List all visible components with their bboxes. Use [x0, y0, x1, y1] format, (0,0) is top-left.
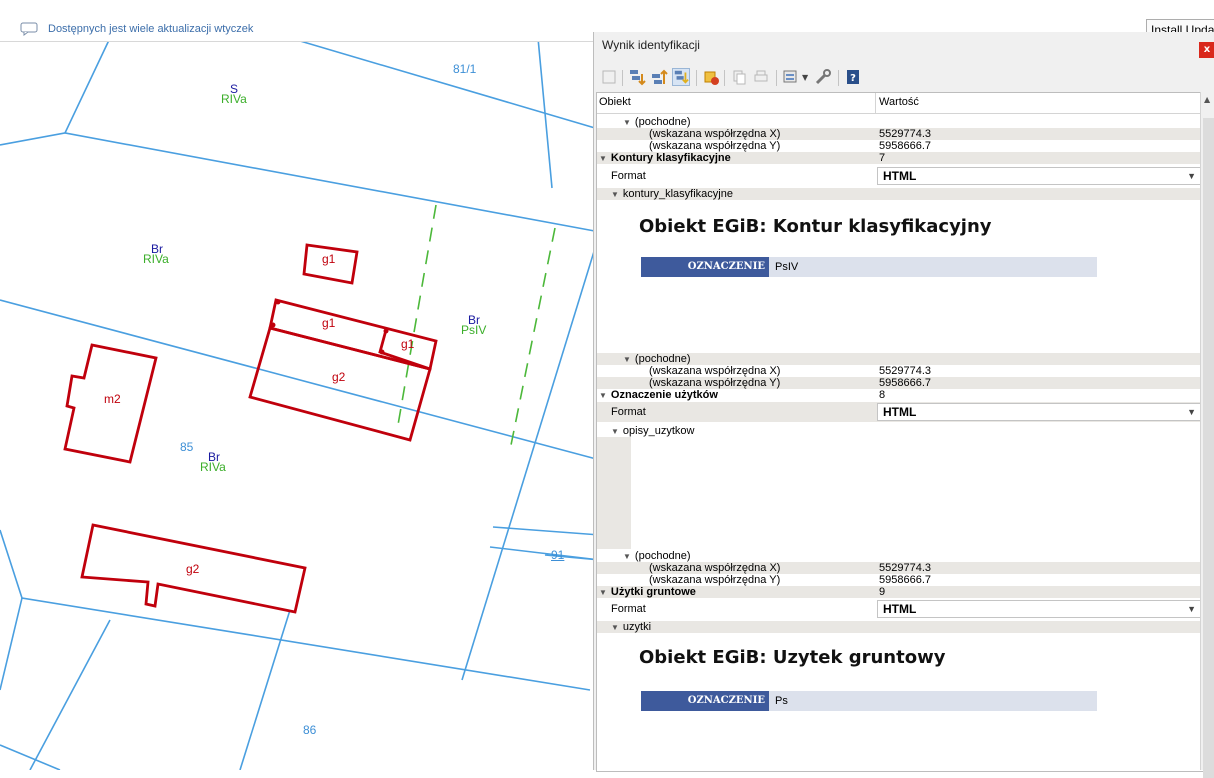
panel-title: Wynik identyfikacji [602, 38, 700, 52]
tree-row-coord-y[interactable]: (wskazana współrzędna Y) 5958666.7 [597, 377, 1203, 389]
notification-text: Dostępnych jest wiele aktualizacji wtycz… [48, 23, 254, 35]
tree-row-format[interactable]: Format HTML ▼ [597, 599, 1203, 619]
toolbar-separator [622, 70, 623, 86]
column-header-wartosc[interactable]: Wartość [879, 96, 919, 108]
format-combobox[interactable]: HTML ▼ [877, 167, 1203, 185]
attribute-value: PsIV [775, 261, 799, 273]
tree-row-coord-x[interactable]: (wskazana współrzędna X) 5529774.3 [597, 128, 1203, 140]
html-feature-view: Obiekt EGiB: Uzytek gruntowy OZNACZENIE … [597, 633, 1203, 771]
tree-row-feature[interactable]: ▼ kontury_klasyfikacyjne [597, 188, 1203, 200]
expand-arrow-icon[interactable]: ▼ [599, 153, 607, 165]
expand-arrow-icon[interactable]: ▼ [599, 587, 607, 599]
attribute-table-row: OZNACZENIE PsIV [641, 257, 1097, 277]
vertical-scrollbar[interactable]: ▲ [1200, 92, 1214, 778]
toolbar-separator [696, 70, 697, 86]
tree-row-feature[interactable]: ▼ opisy_uzytkow [597, 425, 1203, 437]
tree-row-coord-y[interactable]: (wskazana współrzędna Y) 5958666.7 [597, 574, 1203, 586]
copy-icon[interactable] [730, 68, 748, 86]
identify-settings-icon[interactable] [814, 68, 832, 86]
message-bubble-icon [20, 22, 38, 36]
empty-html-view [597, 437, 631, 549]
feature-html-title: Obiekt EGiB: Kontur klasyfikacyjny [639, 216, 992, 237]
tree-row-layer-land-use[interactable]: ▼ Użytki gruntowe 9 [597, 586, 1203, 598]
tree-row-coord-x[interactable]: (wskazana współrzędna X) 5529774.3 [597, 365, 1203, 377]
options-dropdown-icon[interactable]: ▼ [802, 73, 808, 82]
close-panel-button[interactable]: x [1199, 42, 1214, 58]
tree-row-derived[interactable]: ▼ (pochodne) [597, 550, 1203, 562]
column-header-obiekt[interactable]: Obiekt [599, 96, 631, 108]
html-feature-view: Obiekt EGiB: Kontur klasyfikacyjny OZNAC… [597, 200, 1203, 350]
expand-tree-icon[interactable] [600, 68, 618, 86]
format-combobox[interactable]: HTML ▼ [877, 600, 1203, 618]
select-features-icon[interactable] [782, 68, 800, 86]
tree-row-derived[interactable]: ▼ (pochodne) [597, 116, 1203, 128]
toolbar-separator [724, 70, 725, 86]
attribute-value: Ps [775, 695, 788, 707]
attribute-key: OZNACZENIE [641, 257, 769, 277]
results-tree[interactable]: Obiekt Wartość ▼ (pochodne) (wskazana wsp… [596, 92, 1204, 772]
print-icon[interactable] [752, 68, 770, 86]
feature-html-title: Obiekt EGiB: Uzytek gruntowy [639, 647, 946, 668]
tree-row-layer-land-use-labels[interactable]: ▼ Oznaczenie użytków 8 [597, 389, 1203, 401]
identify-results-panel: Wynik identyfikacji x ▼ ? Obiekt Wartość… [593, 32, 1214, 778]
tree-row-format[interactable]: Format HTML ▼ [597, 166, 1203, 186]
column-separator[interactable] [875, 93, 876, 113]
attribute-table-row: OZNACZENIE Ps [641, 691, 1097, 711]
tree-row-coord-y[interactable]: (wskazana współrzędna Y) 5958666.7 [597, 140, 1203, 152]
clear-results-icon[interactable] [702, 68, 720, 86]
tree-row-feature[interactable]: ▼ uzytki [597, 621, 1203, 633]
help-icon[interactable]: ? [844, 68, 862, 86]
tree-row-layer-contours[interactable]: ▼ Kontury klasyfikacyjne 7 [597, 152, 1203, 164]
tree-header: Obiekt Wartość [597, 93, 1203, 114]
identify-toolbar: ▼ ? [598, 66, 1198, 92]
toolbar-separator [838, 70, 839, 86]
tree-row-coord-x[interactable]: (wskazana współrzędna X) 5529774.3 [597, 562, 1203, 574]
expand-arrow-icon[interactable]: ▼ [599, 390, 607, 402]
expand-all-icon[interactable] [628, 68, 646, 86]
svg-text:?: ? [850, 73, 856, 84]
chevron-down-icon: ▼ [1187, 604, 1196, 614]
collapse-all-icon[interactable] [650, 68, 668, 86]
scrollbar-thumb[interactable] [1203, 118, 1214, 778]
toolbar-separator [776, 70, 777, 86]
expand-new-icon[interactable] [672, 68, 690, 86]
scroll-up-icon[interactable]: ▲ [1204, 95, 1210, 104]
format-combobox[interactable]: HTML ▼ [877, 403, 1203, 421]
tree-row-format[interactable]: Format HTML ▼ [597, 402, 1203, 422]
attribute-key: OZNACZENIE [641, 691, 769, 711]
chevron-down-icon: ▼ [1187, 171, 1196, 181]
chevron-down-icon: ▼ [1187, 407, 1196, 417]
tree-row-derived[interactable]: ▼ (pochodne) [597, 353, 1203, 365]
